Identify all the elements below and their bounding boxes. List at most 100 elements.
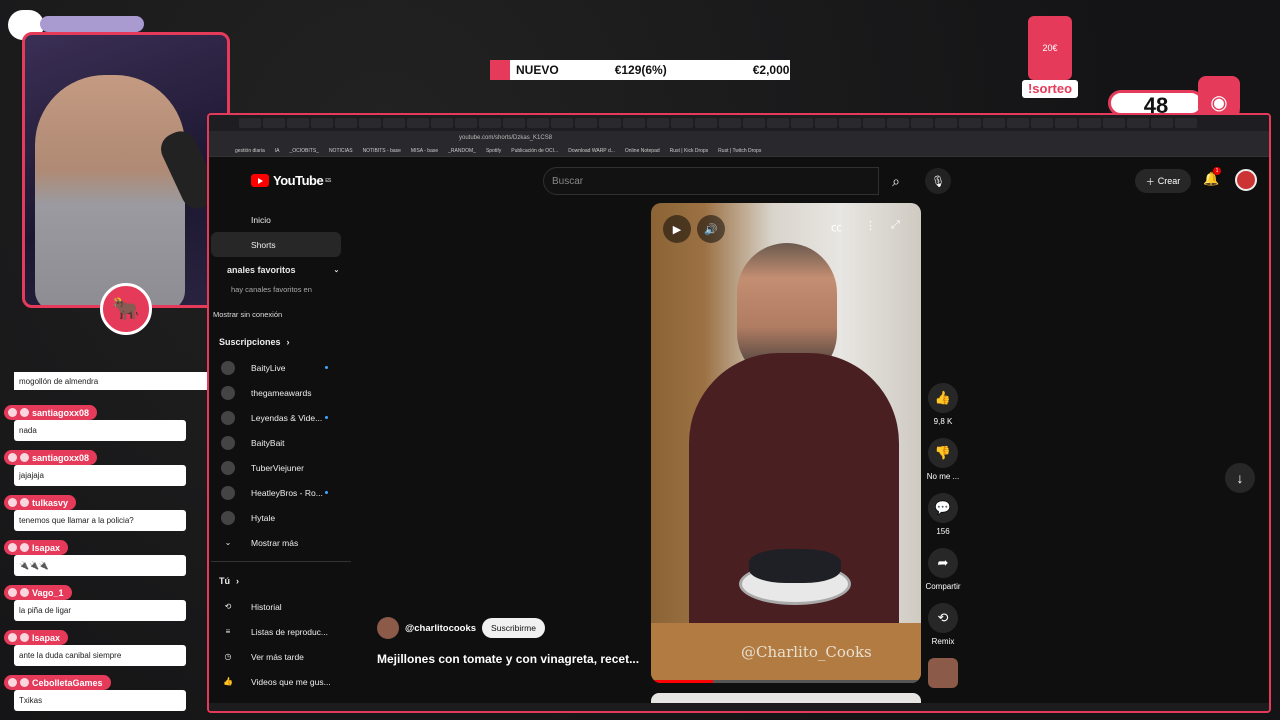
share-button[interactable]: ➦ Compartir <box>921 548 965 591</box>
video-progress[interactable] <box>651 680 921 683</box>
browser-tab[interactable] <box>1103 118 1125 128</box>
play-icon[interactable]: ▶ <box>663 215 691 243</box>
browser-tab[interactable] <box>527 118 549 128</box>
tab-strip[interactable] <box>209 115 1269 131</box>
more-icon[interactable]: ⋮ <box>865 219 876 232</box>
channel-avatar[interactable] <box>377 617 399 639</box>
sidebar-item-subscription[interactable]: Leyendas & Vide... <box>211 405 351 430</box>
bookmark[interactable]: Rust | Twitch Drops <box>718 148 761 154</box>
browser-tab[interactable] <box>551 118 573 128</box>
bookmark[interactable]: NOTICIAS <box>329 148 353 154</box>
browser-tab[interactable] <box>1151 118 1173 128</box>
browser-tab[interactable] <box>1127 118 1149 128</box>
browser-tab[interactable] <box>1007 118 1029 128</box>
create-button[interactable]: ＋ Crear <box>1135 169 1191 193</box>
volume-icon[interactable]: 🔊 <box>697 215 725 243</box>
sidebar-item-subscription[interactable]: BaityLive <box>211 355 351 380</box>
browser-tab[interactable] <box>887 118 909 128</box>
dislike-button[interactable]: 👎 No me ... <box>921 438 965 481</box>
browser-tab[interactable] <box>239 118 261 128</box>
sidebar-item-inicio[interactable]: Inicio <box>211 207 351 232</box>
browser-tab[interactable] <box>479 118 501 128</box>
sidebar-item-you[interactable]: 👍 Videos que me gus... <box>211 669 351 694</box>
browser-tab[interactable] <box>935 118 957 128</box>
youtube-logo-text: YouTube <box>273 173 324 188</box>
bookmark[interactable]: IA <box>275 148 280 154</box>
bookmark[interactable]: Publicación de OCI... <box>511 148 558 154</box>
bookmark[interactable]: Rust | Kick Drops <box>670 148 709 154</box>
sidebar-item-you[interactable]: ≡ Listas de reproduc... <box>211 619 351 644</box>
sidebar-item-shorts[interactable]: Shorts <box>211 232 341 257</box>
bookmark[interactable]: _RANDOM_ <box>448 148 476 154</box>
mic-icon[interactable]: 🎙 <box>925 168 951 194</box>
browser-tab[interactable] <box>695 118 717 128</box>
browser-tab[interactable] <box>839 118 861 128</box>
bookmark[interactable]: MISA - base <box>411 148 438 154</box>
arrow-down-icon[interactable]: ↓ <box>1225 463 1255 493</box>
browser-tab[interactable] <box>287 118 309 128</box>
browser-tab[interactable] <box>959 118 981 128</box>
show-more-button[interactable]: ⌄ Mostrar más <box>211 530 351 555</box>
browser-tab[interactable] <box>1055 118 1077 128</box>
browser-tab[interactable] <box>383 118 405 128</box>
browser-tab[interactable] <box>863 118 885 128</box>
youtube-logo[interactable]: YouTube ES <box>251 173 331 188</box>
you-header[interactable]: Tú › <box>211 568 351 594</box>
sidebar-item-subscription[interactable]: Hytale <box>211 505 351 530</box>
sidebar-item-you[interactable]: ⟲ Historial <box>211 594 351 619</box>
browser-tab[interactable] <box>359 118 381 128</box>
browser-tab[interactable] <box>1031 118 1053 128</box>
bookmark[interactable]: Download WARP d... <box>568 148 615 154</box>
url-text[interactable]: youtube.com/shorts/Dzkas_K1CS8 <box>459 135 552 141</box>
browser-tab[interactable] <box>647 118 669 128</box>
browser-tab[interactable] <box>767 118 789 128</box>
sidebar-item-subscription[interactable]: BaityBait <box>211 430 351 455</box>
browser-tab[interactable] <box>1175 118 1197 128</box>
subscribe-button[interactable]: Suscribirme <box>482 618 545 638</box>
browser-tab[interactable] <box>719 118 741 128</box>
browser-tab[interactable] <box>671 118 693 128</box>
browser-tab[interactable] <box>431 118 453 128</box>
browser-tab[interactable] <box>743 118 765 128</box>
like-button[interactable]: 👍 9,8 K <box>921 383 965 426</box>
search-input[interactable]: Buscar <box>543 167 879 195</box>
sidebar-item-subscription[interactable]: HeatleyBros - Ro... <box>211 480 351 505</box>
channel-name[interactable]: @charlitocooks <box>405 623 476 634</box>
browser-tab[interactable] <box>335 118 357 128</box>
bookmark[interactable]: Spotify <box>486 148 501 154</box>
browser-tab[interactable] <box>1079 118 1101 128</box>
browser-tab[interactable] <box>503 118 525 128</box>
favorites-header[interactable]: anales favoritos ⌄ <box>211 257 351 283</box>
browser-tab[interactable] <box>815 118 837 128</box>
browser-tab[interactable] <box>455 118 477 128</box>
browser-tab[interactable] <box>911 118 933 128</box>
fullscreen-icon[interactable]: ⤢ <box>891 219 900 232</box>
avatar[interactable] <box>1235 169 1257 191</box>
search-icon[interactable]: ⌕ <box>879 167 913 195</box>
address-bar[interactable]: youtube.com/shorts/Dzkas_K1CS8 <box>209 131 1269 145</box>
bookmark[interactable]: Online Notepad <box>625 148 660 154</box>
sidebar-item-subscription[interactable]: TuberViejuner <box>211 455 351 480</box>
subscriptions-header[interactable]: Suscripciones › <box>211 329 351 355</box>
sidebar-item-you[interactable]: ◷ Ver más tarde <box>211 644 351 669</box>
offline-link[interactable]: Mostrar sin conexión <box>211 296 351 329</box>
comments-button[interactable]: 💬 156 <box>921 493 965 536</box>
browser-tab[interactable] <box>407 118 429 128</box>
browser-tab[interactable] <box>263 118 285 128</box>
bookmark[interactable]: gestión diaria <box>235 148 265 154</box>
sound-source-button[interactable] <box>921 658 965 692</box>
browser-tab[interactable] <box>983 118 1005 128</box>
browser-tab[interactable] <box>599 118 621 128</box>
channel-avatar-icon <box>221 510 235 525</box>
browser-tab[interactable] <box>791 118 813 128</box>
video-title[interactable]: Mejillones con tomate y con vinagreta, r… <box>377 652 639 666</box>
browser-tab[interactable] <box>311 118 333 128</box>
remix-button[interactable]: ⟲ Remix <box>921 603 965 646</box>
captions-icon[interactable]: ㏄ <box>831 219 842 235</box>
short-video[interactable]: @Charlito_Cooks ▶ 🔊 ㏄ ⋮ ⤢ <box>651 203 921 683</box>
browser-tab[interactable] <box>623 118 645 128</box>
bookmark[interactable]: _OCIOBITS_ <box>289 148 318 154</box>
sidebar-item-subscription[interactable]: thegameawards <box>211 380 351 405</box>
browser-tab[interactable] <box>575 118 597 128</box>
bookmark[interactable]: NOTIBITS - base <box>363 148 401 154</box>
